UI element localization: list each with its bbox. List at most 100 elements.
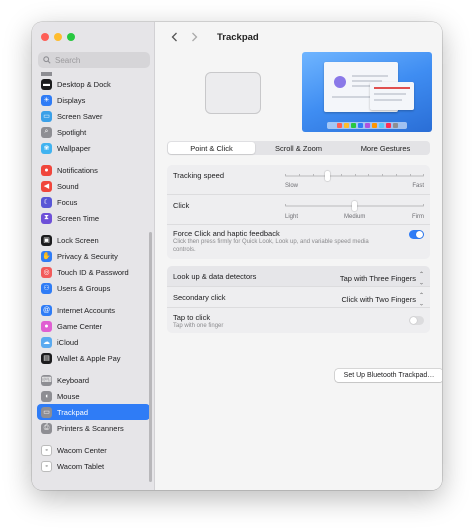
notifications-icon: ●: [41, 164, 52, 176]
tab-more-gestures[interactable]: More Gestures: [342, 142, 429, 154]
sidebar-item-label: Wacom Center: [57, 445, 107, 455]
sidebar-item-label: Screen Saver: [57, 111, 103, 121]
back-button[interactable]: [167, 30, 181, 44]
search-field[interactable]: [38, 52, 150, 68]
sidebar: ▬ Desktop & Dock ☀ Displays ▭ Screen Sav…: [32, 22, 155, 490]
sidebar-item-wacom-center[interactable]: ◦ Wacom Center: [37, 442, 150, 458]
firm-label: Firm: [412, 214, 424, 220]
tap-to-click-toggle[interactable]: [409, 316, 424, 325]
trackpad-illustration: [205, 72, 261, 114]
tracking-speed-label: Tracking speed: [173, 171, 224, 180]
window-controls: [41, 33, 75, 41]
sidebar-item-displays[interactable]: ☀ Displays: [37, 92, 150, 108]
sidebar-item-focus[interactable]: ☾ Focus: [37, 194, 150, 210]
sidebar-item-game-center[interactable]: ● Game Center: [37, 318, 150, 334]
sidebar-item-label: Touch ID & Password: [57, 267, 129, 277]
tap-to-click-description: Tap with one finger: [173, 323, 224, 329]
sidebar-item-internet-accounts[interactable]: @ Internet Accounts: [37, 302, 150, 318]
sidebar-item-notifications[interactable]: ● Notifications: [37, 162, 150, 178]
trackpad-icon: ▭: [41, 406, 52, 418]
main-pane: Trackpad Point & Click Scroll & Zoom Mor…: [155, 22, 442, 490]
tab-bar: Point & Click Scroll & Zoom More Gesture…: [167, 141, 430, 155]
sidebar-item-keyboard[interactable]: ⌨ Keyboard: [37, 372, 150, 388]
click-pressure-slider[interactable]: [285, 201, 424, 211]
tracking-speed-track: [285, 174, 424, 177]
sidebar-item-wacom-tablet[interactable]: ◦ Wacom Tablet: [37, 458, 150, 474]
at-icon: @: [41, 304, 52, 316]
close-button[interactable]: [41, 33, 49, 41]
sidebar-item-label: Printers & Scanners: [57, 423, 124, 433]
sidebar-item-label: Sound: [57, 181, 79, 191]
tracking-speed-knob[interactable]: [325, 171, 331, 181]
sidebar-item-wallet[interactable]: ▤ Wallet & Apple Pay: [37, 350, 150, 366]
lookup-row: Look up & data detectors Tap with Three …: [167, 266, 430, 287]
screen-time-icon: ⧗: [41, 212, 52, 224]
fingerprint-icon: ◎: [41, 266, 52, 278]
tracking-speed-slider[interactable]: [285, 171, 424, 181]
sidebar-item-desktop-dock[interactable]: ▬ Desktop & Dock: [37, 76, 150, 92]
sidebar-item-users-groups[interactable]: ⚇ Users & Groups: [37, 280, 150, 296]
setup-bluetooth-trackpad-button[interactable]: Set Up Bluetooth Trackpad…: [335, 369, 442, 382]
mouse-icon: ◖: [41, 390, 52, 402]
minimize-button[interactable]: [54, 33, 62, 41]
click-pressure-knob[interactable]: [352, 201, 357, 211]
cloud-icon: ☁: [41, 336, 52, 348]
click-label: Click: [173, 201, 190, 210]
search-input[interactable]: [55, 55, 145, 65]
sidebar-item-icloud[interactable]: ☁ iCloud: [37, 334, 150, 350]
forward-button[interactable]: [187, 30, 201, 44]
sidebar-item-sound[interactable]: ◀ Sound: [37, 178, 150, 194]
sidebar-item-label: Privacy & Security: [57, 251, 118, 261]
slow-label: Slow: [285, 183, 299, 189]
force-click-row: Force Click and haptic feedback Click th…: [167, 225, 430, 259]
sidebar-item-printers-scanners[interactable]: ⎙ Printers & Scanners: [37, 420, 150, 436]
game-center-icon: ●: [41, 320, 52, 332]
sidebar-item-label: Notifications: [57, 165, 98, 175]
screen-saver-icon: ▭: [41, 110, 52, 122]
gesture-preview: [167, 52, 432, 134]
sidebar-item-spotlight[interactable]: ⌕ Spotlight: [37, 124, 150, 140]
sidebar-item-label: Internet Accounts: [57, 305, 115, 315]
sidebar-item-label: iCloud: [57, 337, 79, 347]
force-click-toggle[interactable]: [409, 230, 424, 239]
wallpaper-icon: ❀: [41, 142, 52, 154]
sidebar-item-label: Displays: [57, 95, 86, 105]
updown-chevron-icon: ⌃ ⌃: [418, 293, 424, 305]
tab-point-click[interactable]: Point & Click: [168, 142, 255, 154]
hand-icon: ✋: [41, 250, 52, 262]
sidebar-item-label: Trackpad: [57, 407, 88, 417]
medium-label: Medium: [344, 214, 366, 220]
sidebar-item-screen-saver[interactable]: ▭ Screen Saver: [37, 108, 150, 124]
gesture-demo-video: [302, 52, 432, 132]
display-icon: ☀: [41, 94, 52, 106]
secondary-click-row: Secondary click Click with Two Fingers ⌃…: [167, 287, 430, 308]
zoom-button[interactable]: [67, 33, 75, 41]
tracking-speed-row: Tracking speed Slow Fast: [167, 165, 430, 195]
click-row: Click Light Medium Firm: [167, 195, 430, 225]
chevron-right-icon: [191, 32, 197, 42]
sidebar-item-label: Screen Time: [57, 213, 100, 223]
tab-scroll-zoom[interactable]: Scroll & Zoom: [255, 142, 342, 154]
sidebar-scrollbar[interactable]: [149, 232, 152, 482]
sidebar-item-touch-id[interactable]: ◎ Touch ID & Password: [37, 264, 150, 280]
force-click-label: Force Click and haptic feedback: [173, 229, 280, 238]
sidebar-item-wallpaper[interactable]: ❀ Wallpaper: [37, 140, 150, 156]
sidebar-item-lock-screen[interactable]: ▣ Lock Screen: [37, 232, 150, 248]
lookup-popup[interactable]: Tap with Three Fingers ⌃ ⌃: [340, 272, 424, 284]
printer-icon: ⎙: [41, 422, 52, 434]
tap-to-click-row: Tap to click Tap with one finger: [167, 308, 430, 333]
demo-popover: [370, 82, 414, 110]
sidebar-item-label: Keyboard: [57, 375, 90, 385]
toolbar: Trackpad: [155, 22, 442, 52]
sidebar-item-privacy-security[interactable]: ✋ Privacy & Security: [37, 248, 150, 264]
secondary-click-value: Click with Two Fingers: [341, 294, 416, 304]
sidebar-item-mouse[interactable]: ◖ Mouse: [37, 388, 150, 404]
sidebar-item-label: Desktop & Dock: [57, 79, 111, 89]
secondary-click-popup[interactable]: Click with Two Fingers ⌃ ⌃: [342, 293, 425, 305]
sidebar-item-label: Spotlight: [57, 127, 87, 137]
sidebar-item-trackpad[interactable]: ▭ Trackpad: [37, 404, 150, 420]
sidebar-item-label: Wallet & Apple Pay: [57, 353, 121, 363]
force-click-description: Click then press firmly for Quick Look, …: [173, 239, 369, 253]
sidebar-item-screen-time[interactable]: ⧗ Screen Time: [37, 210, 150, 226]
sound-icon: ◀: [41, 180, 52, 192]
